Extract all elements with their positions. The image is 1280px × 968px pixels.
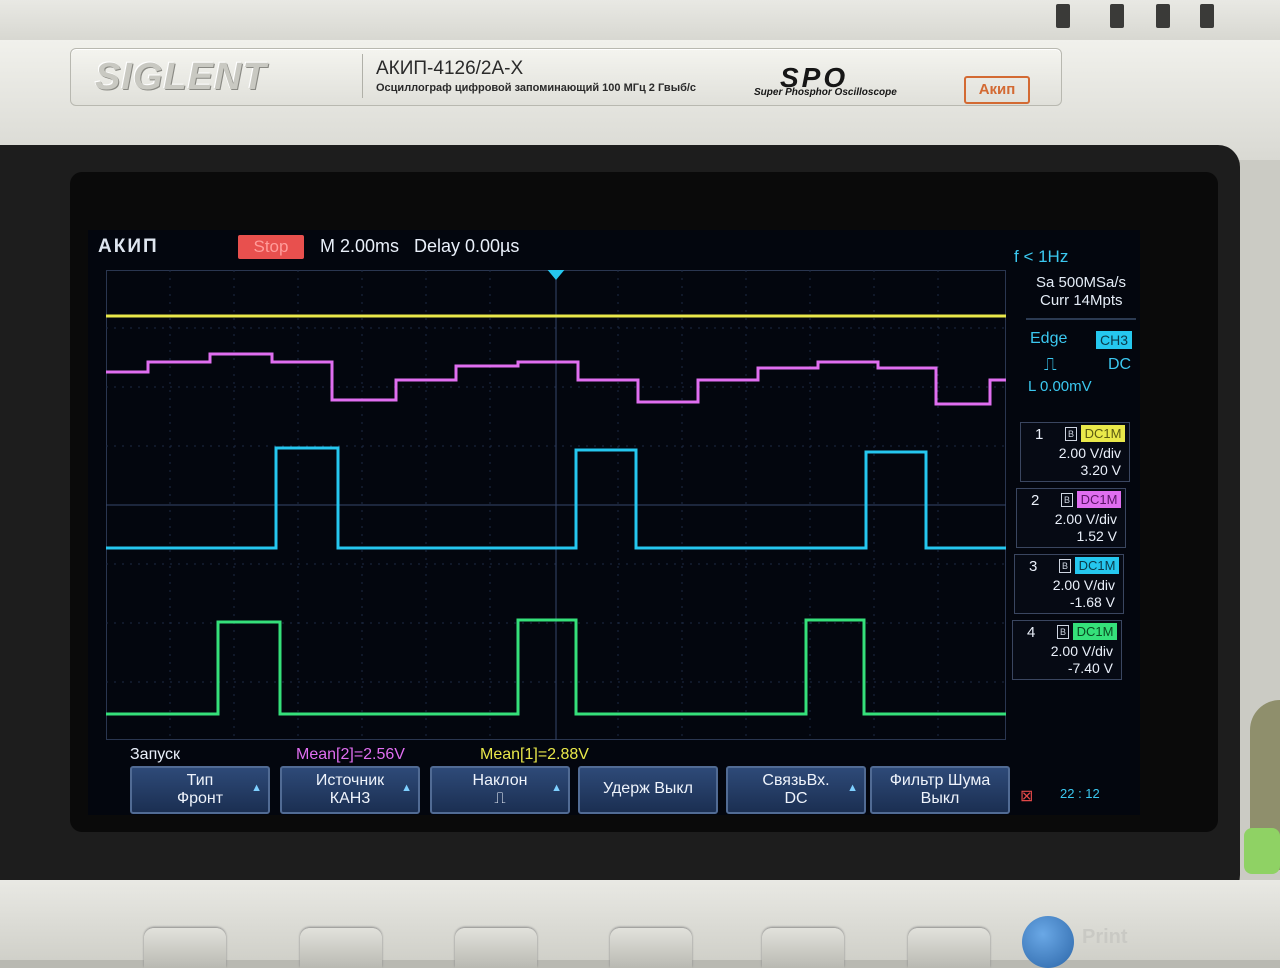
ch4-button[interactable] <box>1244 828 1280 874</box>
softkey-holdoff[interactable]: Удерж Выкл <box>578 766 718 814</box>
brand-logo: SIGLENT <box>95 56 267 98</box>
trigger-source: CH3 <box>1096 331 1132 349</box>
bandwidth-icon: B <box>1057 625 1069 639</box>
softkey-type[interactable]: Тип Фронт ▲ <box>130 766 270 814</box>
universal-knob[interactable] <box>1022 916 1074 968</box>
softkey-source[interactable]: Источник КАН3 ▲ <box>280 766 420 814</box>
spo-subtitle: Super Phosphor Oscilloscope <box>754 87 897 98</box>
network-icon: ⊠ <box>1020 788 1034 805</box>
channel-4-box[interactable]: 4 B DC1M 2.00 V/div -7.40 V <box>1012 620 1122 680</box>
model-name: АКИП-4126/2А-Х <box>376 58 524 79</box>
arrow-up-icon: ▲ <box>251 782 262 794</box>
measure-mean-ch1: Mean[1]=2.88V <box>480 746 589 763</box>
timebase-readout: M 2.00ms <box>320 236 400 256</box>
softkey-3[interactable] <box>455 928 537 968</box>
waveform-display: 1 2 3 4 <box>106 270 1006 740</box>
frequency-readout: f < 1Hz <box>1014 247 1069 266</box>
softkey-slope[interactable]: Наклон ⎍ ▲ <box>430 766 570 814</box>
softkey-noise-filter[interactable]: Фильтр Шума Выкл <box>870 766 1010 814</box>
trigger-type: Edge <box>1030 330 1068 347</box>
trigger-level: L 0.00mV <box>1028 378 1092 395</box>
memory-depth: Curr 14Mpts <box>1040 292 1123 309</box>
print-label: Print <box>1082 926 1128 948</box>
run-stop-badge[interactable]: Stop <box>238 235 304 259</box>
softkey-4[interactable] <box>610 928 692 968</box>
arrow-up-icon: ▲ <box>551 782 562 794</box>
arrow-up-icon: ▲ <box>401 782 412 794</box>
softkey-6[interactable] <box>908 928 990 968</box>
measure-mean-ch2: Mean[2]=2.56V <box>296 746 405 763</box>
trigger-coupling: DC <box>1108 356 1132 373</box>
softkey-coupling[interactable]: СвязьВх. DC ▲ <box>726 766 866 814</box>
rising-edge-icon: ⎍ <box>494 790 506 807</box>
clock: 22 : 12 <box>1060 786 1100 801</box>
oscilloscope-screen: АКИП Stop M 2.00ms Delay 0.00µs f < 1Hz … <box>88 230 1140 815</box>
softkey-2[interactable] <box>300 928 382 968</box>
channel-1-box[interactable]: 1 B DC1M 2.00 V/div 3.20 V <box>1020 422 1130 482</box>
channel-3-box[interactable]: 3 B DC1M 2.00 V/div -1.68 V <box>1014 554 1124 614</box>
delay-readout: Delay 0.00µs <box>414 236 520 256</box>
bandwidth-icon: B <box>1061 493 1073 507</box>
softkey-1[interactable] <box>144 928 226 968</box>
bandwidth-icon: B <box>1059 559 1071 573</box>
dealer-logo: Акип <box>964 76 1030 104</box>
screen-logo: АКИП <box>98 236 159 257</box>
bandwidth-icon: B <box>1065 427 1077 441</box>
rising-edge-icon: ⎍ <box>1044 354 1057 374</box>
sample-rate: Sa 500MSa/s <box>1036 274 1127 291</box>
channel-2-box[interactable]: 2 B DC1M 2.00 V/div 1.52 V <box>1016 488 1126 548</box>
arrow-up-icon: ▲ <box>847 782 858 794</box>
softkey-5[interactable] <box>762 928 844 968</box>
menu-title: Запуск <box>130 746 181 763</box>
model-subtitle: Осциллограф цифровой запоминающий 100 МГ… <box>376 82 697 94</box>
